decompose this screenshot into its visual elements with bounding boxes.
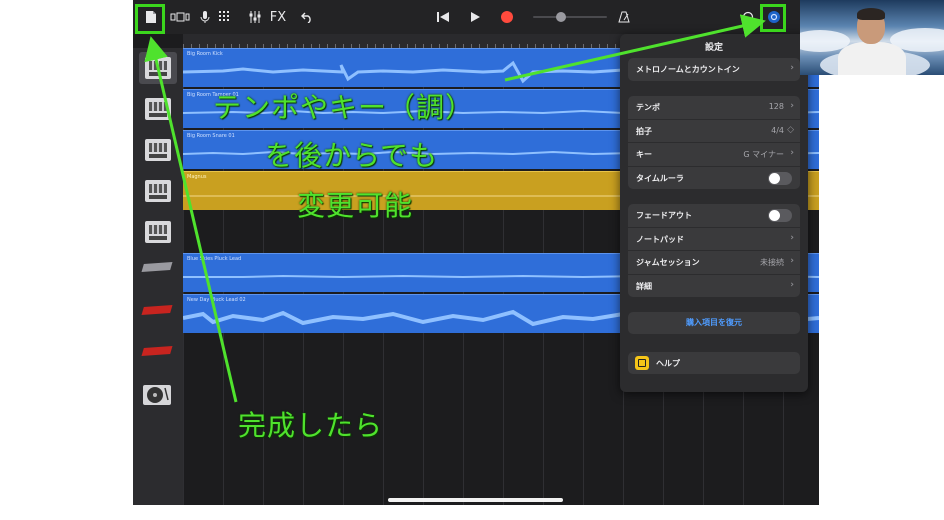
rewind-icon[interactable] <box>433 6 453 28</box>
settings-highlight-box <box>760 4 786 32</box>
metronome-row[interactable]: メトロノームとカウントイン › <box>628 58 800 81</box>
annotation-done: 完成したら <box>238 409 384 442</box>
metronome-group: メトロノームとカウントイン › <box>628 58 800 81</box>
drum-machine-icon <box>145 180 171 202</box>
annotation-line3: 変更可能 <box>297 189 414 222</box>
stepper-icon: ◇ <box>787 124 794 135</box>
track-header-5[interactable] <box>143 219 173 245</box>
track-header-magnus[interactable] <box>143 178 173 204</box>
chevron-right-icon: › <box>790 148 794 158</box>
chevron-right-icon: › <box>790 279 794 290</box>
annotation-line1: テンポやキー（調） <box>213 91 475 124</box>
keyboard-icon[interactable] <box>141 262 173 272</box>
region-label: Big Room Snare 01 <box>187 133 235 139</box>
metronome-icon[interactable] <box>615 6 633 28</box>
key-value: G マイナー <box>743 150 784 159</box>
details-label: 詳細 <box>636 281 652 291</box>
settings-title: 設定 <box>704 43 723 53</box>
view-toggle-icon[interactable] <box>169 6 191 28</box>
fx-button[interactable]: FX <box>267 6 289 28</box>
metronome-label: メトロノームとカウントイン <box>636 65 740 74</box>
presenter-body <box>838 42 906 75</box>
synth-red-icon-2[interactable] <box>141 346 173 356</box>
region-label: Blue Skies Pluck Lead <box>187 256 242 262</box>
jam-session-row[interactable]: ジャムセッション 未接続 › <box>628 251 800 275</box>
track-header-snare[interactable] <box>143 137 173 163</box>
region-label: Big Room Kick <box>187 51 223 57</box>
help-button[interactable]: ヘルプ <box>628 352 800 374</box>
fade-out-row: フェードアウト <box>628 204 800 228</box>
drum-machine-icon <box>145 139 171 161</box>
track-headers: + <box>133 48 184 505</box>
chevron-right-icon: › <box>790 63 794 73</box>
song-group: テンポ 128 › 拍子 4/4 ◇ キー G マイナー › タイムルーラ <box>628 96 800 189</box>
restore-purchases-button[interactable]: 購入項目を復元 <box>628 312 800 334</box>
fade-out-toggle[interactable] <box>768 209 792 222</box>
region-label: Magnus <box>187 174 207 180</box>
garageband-app: FX Big Room Kick Big Room Tamper 01 Big … <box>133 0 819 505</box>
settings-popover: 設定 メトロノームとカウントイン › テンポ 128 › 拍子 4/4 ◇ キー… <box>620 34 808 392</box>
time-signature-value: 4/4 <box>771 125 784 135</box>
play-icon[interactable] <box>465 6 485 28</box>
details-row[interactable]: 詳細 › <box>628 275 800 298</box>
note-pad-label: ノートパッド <box>636 234 684 244</box>
chevron-right-icon: › <box>790 256 794 266</box>
webcam-overlay <box>800 0 944 75</box>
tempo-label: テンポ <box>636 103 660 112</box>
volume-slider[interactable] <box>533 6 607 28</box>
region-label: New Day Pluck Lead 02 <box>187 297 246 303</box>
mixer-icon[interactable] <box>247 6 263 28</box>
time-ruler-label: タイムルーラ <box>636 173 684 183</box>
record-icon[interactable] <box>497 6 517 28</box>
annotation-line2: を後からでも <box>265 139 439 172</box>
fade-out-label: フェードアウト <box>636 211 692 220</box>
presenter-hair <box>857 8 885 20</box>
jam-session-value: 未接続 <box>760 258 784 267</box>
document-highlight-box <box>135 4 165 34</box>
synth-red-icon[interactable] <box>141 305 173 315</box>
time-signature-row[interactable]: 拍子 4/4 ◇ <box>628 120 800 143</box>
drum-machine-icon <box>145 57 171 79</box>
options-group: フェードアウト ノートパッド › ジャムセッション 未接続 › 詳細 › <box>628 204 800 297</box>
note-pad-row[interactable]: ノートパッド › <box>628 228 800 251</box>
home-indicator <box>388 498 563 502</box>
track-header-kick[interactable] <box>139 52 177 84</box>
time-ruler-row: タイムルーラ <box>628 167 800 190</box>
turntable-icon[interactable] <box>143 385 173 411</box>
key-row[interactable]: キー G マイナー › <box>628 143 800 167</box>
help-label: ヘルプ <box>656 359 680 368</box>
toolbar: FX <box>133 0 819 34</box>
chevron-right-icon: › <box>790 232 794 243</box>
mic-icon[interactable] <box>197 6 213 28</box>
tempo-row[interactable]: テンポ 128 › <box>628 96 800 120</box>
jam-session-label: ジャムセッション <box>636 258 700 267</box>
undo-icon[interactable] <box>299 6 315 28</box>
grid-icon[interactable] <box>217 6 233 28</box>
track-header-tamper[interactable] <box>143 96 173 122</box>
chevron-right-icon: › <box>790 101 794 111</box>
time-signature-label: 拍子 <box>636 126 652 136</box>
book-icon <box>635 356 649 370</box>
drum-machine-icon <box>145 221 171 243</box>
tempo-value: 128 <box>768 102 784 111</box>
time-ruler-toggle[interactable] <box>768 171 792 185</box>
key-label: キー <box>636 150 652 159</box>
loop-icon[interactable] <box>739 6 757 28</box>
drum-machine-icon <box>145 98 171 120</box>
